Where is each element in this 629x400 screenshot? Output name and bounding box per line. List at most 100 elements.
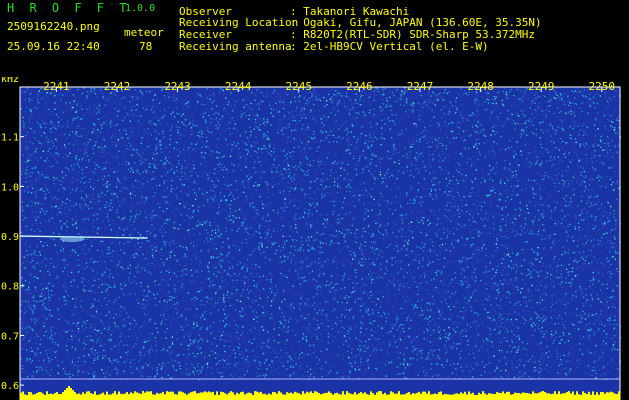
noise-pixel xyxy=(111,122,113,124)
noise-pixel xyxy=(319,233,321,235)
noise-pixel xyxy=(271,244,273,246)
noise-pixel xyxy=(499,229,502,231)
noise-pixel xyxy=(206,237,208,240)
noise-pixel xyxy=(110,334,112,336)
noise-pixel xyxy=(203,304,205,306)
noise-pixel xyxy=(54,206,57,208)
noise-pixel xyxy=(439,238,442,241)
noise-pixel xyxy=(395,201,398,204)
noise-pixel xyxy=(522,249,524,251)
noise-pixel xyxy=(491,111,493,113)
noise-pixel xyxy=(336,317,338,319)
noise-pixel xyxy=(488,150,490,152)
noise-pixel xyxy=(77,371,79,373)
noise-pixel xyxy=(226,315,228,317)
noise-pixel xyxy=(544,187,546,189)
noise-pixel xyxy=(188,353,190,355)
noise-pixel xyxy=(250,108,252,110)
noise-pixel xyxy=(495,297,497,299)
noise-pixel xyxy=(466,118,468,120)
noise-pixel xyxy=(301,352,303,354)
noise-pixel xyxy=(405,100,408,102)
noise-pixel xyxy=(339,185,341,187)
noise-pixel xyxy=(305,152,307,154)
noise-pixel xyxy=(393,248,395,250)
noise-pixel xyxy=(58,318,60,321)
noise-pixel xyxy=(346,128,348,130)
noise-pixel xyxy=(544,171,546,174)
noise-pixel xyxy=(264,314,266,316)
noise-pixel xyxy=(54,158,56,160)
noise-pixel xyxy=(401,248,403,250)
noise-pixel xyxy=(324,226,326,228)
noise-pixel xyxy=(400,324,402,326)
noise-pixel xyxy=(397,319,399,321)
noise-pixel xyxy=(64,372,66,375)
noise-pixel xyxy=(520,271,522,274)
noise-pixel xyxy=(37,366,39,368)
noise-pixel xyxy=(496,241,498,243)
noise-pixel xyxy=(361,323,364,325)
noise-pixel xyxy=(364,114,366,117)
noise-pixel xyxy=(336,163,338,165)
noise-pixel xyxy=(320,140,322,142)
noise-pixel xyxy=(436,376,438,378)
noise-pixel xyxy=(499,308,502,311)
noise-pixel xyxy=(349,179,351,181)
noise-pixel xyxy=(593,280,595,283)
noise-pixel xyxy=(277,132,280,134)
noise-pixel xyxy=(224,306,226,308)
noise-pixel xyxy=(565,228,567,230)
noise-pixel xyxy=(124,199,127,201)
noise-pixel xyxy=(555,330,557,332)
noise-pixel xyxy=(208,297,210,300)
noise-pixel xyxy=(559,119,561,121)
noise-pixel xyxy=(60,247,63,249)
noise-pixel xyxy=(478,138,480,140)
noise-pixel xyxy=(379,174,381,176)
noise-pixel xyxy=(606,283,608,285)
noise-pixel xyxy=(252,114,254,116)
noise-pixel xyxy=(123,293,125,295)
noise-pixel xyxy=(87,195,90,197)
noise-pixel xyxy=(416,260,418,262)
noise-pixel xyxy=(245,349,247,351)
noise-pixel xyxy=(309,349,311,352)
noise-pixel xyxy=(150,134,152,136)
noise-pixel xyxy=(131,96,134,98)
noise-pixel xyxy=(273,348,275,351)
noise-pixel xyxy=(444,157,446,159)
noise-pixel xyxy=(362,154,364,156)
noise-pixel xyxy=(596,216,598,218)
noise-pixel xyxy=(57,372,59,374)
noise-pixel xyxy=(138,360,140,363)
noise-pixel xyxy=(213,322,215,324)
noise-pixel xyxy=(460,243,462,245)
noise-pixel xyxy=(295,227,297,229)
noise-pixel xyxy=(379,210,381,212)
noise-pixel xyxy=(106,288,108,291)
noise-pixel xyxy=(555,302,558,304)
noise-pixel xyxy=(215,185,218,187)
noise-pixel xyxy=(373,113,375,116)
noise-pixel xyxy=(163,316,165,318)
noise-pixel xyxy=(601,164,604,166)
noise-pixel xyxy=(379,263,382,265)
noise-pixel xyxy=(498,181,501,183)
noise-pixel xyxy=(582,101,584,103)
noise-pixel xyxy=(159,141,161,143)
noise-pixel xyxy=(557,163,560,165)
noise-pixel xyxy=(458,260,460,262)
noise-pixel xyxy=(184,255,187,257)
noise-pixel xyxy=(41,309,43,311)
noise-pixel xyxy=(404,338,406,340)
noise-pixel xyxy=(261,276,264,278)
noise-pixel xyxy=(196,325,198,328)
noise-pixel xyxy=(592,157,594,159)
noise-pixel xyxy=(269,106,272,108)
noise-pixel xyxy=(134,194,137,197)
noise-pixel xyxy=(69,130,71,132)
noise-pixel xyxy=(555,97,557,100)
noise-pixel xyxy=(451,323,454,325)
noise-pixel xyxy=(586,229,588,231)
